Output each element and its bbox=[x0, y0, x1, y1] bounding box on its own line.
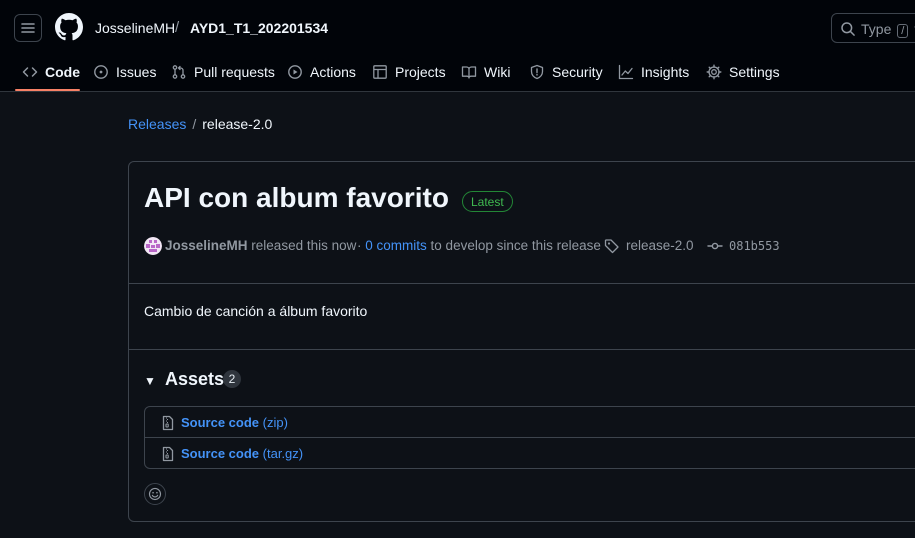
commit-icon bbox=[707, 242, 723, 250]
assets-count-badge: 2 bbox=[223, 370, 241, 388]
file-zip-icon bbox=[162, 415, 174, 431]
tab-wiki[interactable]: Wiki bbox=[461, 62, 510, 82]
asset-row[interactable]: Source code (tar.gz) bbox=[145, 437, 915, 469]
asset-row[interactable]: Source code (zip) bbox=[145, 407, 915, 438]
graph-icon bbox=[618, 64, 634, 80]
tab-label: Pull requests bbox=[194, 64, 275, 80]
search-placeholder: Type / to bbox=[861, 21, 915, 38]
tab-insights[interactable]: Insights bbox=[618, 62, 689, 82]
released-text: released this now bbox=[251, 238, 357, 253]
commits-link[interactable]: 0 commits bbox=[365, 238, 427, 253]
asset-link[interactable]: Source code (tar.gz) bbox=[181, 446, 303, 461]
tab-security[interactable]: Security bbox=[529, 62, 603, 82]
author-avatar[interactable] bbox=[144, 237, 162, 255]
repo-name-link[interactable]: AYD1_T1_202201534 bbox=[190, 20, 328, 36]
release-title: API con album favorito bbox=[144, 182, 449, 213]
pull-request-icon bbox=[172, 65, 186, 79]
smiley-icon bbox=[148, 487, 162, 501]
github-logo-icon[interactable] bbox=[55, 13, 83, 41]
search-shortcut-key: / bbox=[897, 24, 909, 38]
tab-settings[interactable]: Settings bbox=[706, 62, 780, 82]
breadcrumb: Releases / release-2.0 bbox=[128, 116, 272, 132]
tag-icon bbox=[604, 239, 619, 254]
tab-label: Settings bbox=[729, 64, 780, 80]
assets-toggle-icon[interactable]: ▼ bbox=[144, 374, 156, 388]
release-description: Cambio de canción a álbum favorito bbox=[144, 303, 368, 319]
play-icon bbox=[288, 65, 302, 79]
search-icon bbox=[841, 22, 855, 36]
tab-label: Projects bbox=[395, 64, 446, 80]
tab-label: Security bbox=[552, 64, 603, 80]
repo-owner-link[interactable]: JosselineMH bbox=[95, 20, 175, 36]
tab-issues[interactable]: Issues bbox=[93, 62, 156, 82]
release-meta: JosselineMH released this now bbox=[165, 238, 356, 253]
shield-icon bbox=[530, 64, 544, 80]
hamburger-icon bbox=[21, 23, 35, 33]
search-input[interactable]: Type / to bbox=[831, 13, 915, 43]
tab-label: Wiki bbox=[484, 64, 511, 80]
latest-badge: Latest bbox=[462, 191, 513, 212]
file-zip-icon bbox=[162, 446, 174, 462]
tab-label: Actions bbox=[310, 64, 356, 80]
app-header: JosselineMH / AYD1_T1_202201534 Type / t… bbox=[0, 0, 915, 92]
section-divider bbox=[129, 349, 915, 350]
menu-button[interactable] bbox=[14, 14, 42, 42]
tab-actions[interactable]: Actions bbox=[287, 62, 356, 82]
active-tab-indicator bbox=[15, 89, 80, 91]
breadcrumb-current: release-2.0 bbox=[202, 116, 273, 132]
path-separator: / bbox=[175, 19, 180, 36]
gear-icon bbox=[706, 64, 722, 80]
asset-link[interactable]: Source code (zip) bbox=[181, 415, 288, 430]
book-icon bbox=[461, 66, 477, 79]
dot-separator: · bbox=[357, 238, 362, 253]
add-reaction-button[interactable] bbox=[144, 483, 166, 505]
tab-label: Issues bbox=[116, 64, 157, 80]
code-icon bbox=[22, 67, 38, 77]
asset-list: Source code (zip) Source code (tar.gz) bbox=[144, 406, 915, 469]
section-divider bbox=[129, 283, 915, 284]
tab-label: Code bbox=[45, 64, 80, 80]
tab-code[interactable]: Code bbox=[22, 62, 80, 82]
commit-sha-link[interactable]: 081b553 bbox=[729, 239, 780, 253]
table-icon bbox=[373, 65, 387, 79]
breadcrumb-releases-link[interactable]: Releases bbox=[128, 116, 186, 132]
commits-suffix: to develop since this release bbox=[430, 238, 601, 253]
commits-info: · 0 commits to develop since this releas… bbox=[357, 238, 601, 253]
tab-projects[interactable]: Projects bbox=[372, 62, 446, 82]
tag-link[interactable]: release-2.0 bbox=[626, 238, 694, 253]
breadcrumb-separator: / bbox=[192, 116, 197, 132]
tab-pull-requests[interactable]: Pull requests bbox=[171, 62, 275, 82]
issue-icon bbox=[94, 65, 108, 79]
author-link[interactable]: JosselineMH bbox=[165, 238, 248, 253]
assets-heading[interactable]: Assets bbox=[165, 369, 224, 390]
tab-label: Insights bbox=[641, 64, 690, 80]
